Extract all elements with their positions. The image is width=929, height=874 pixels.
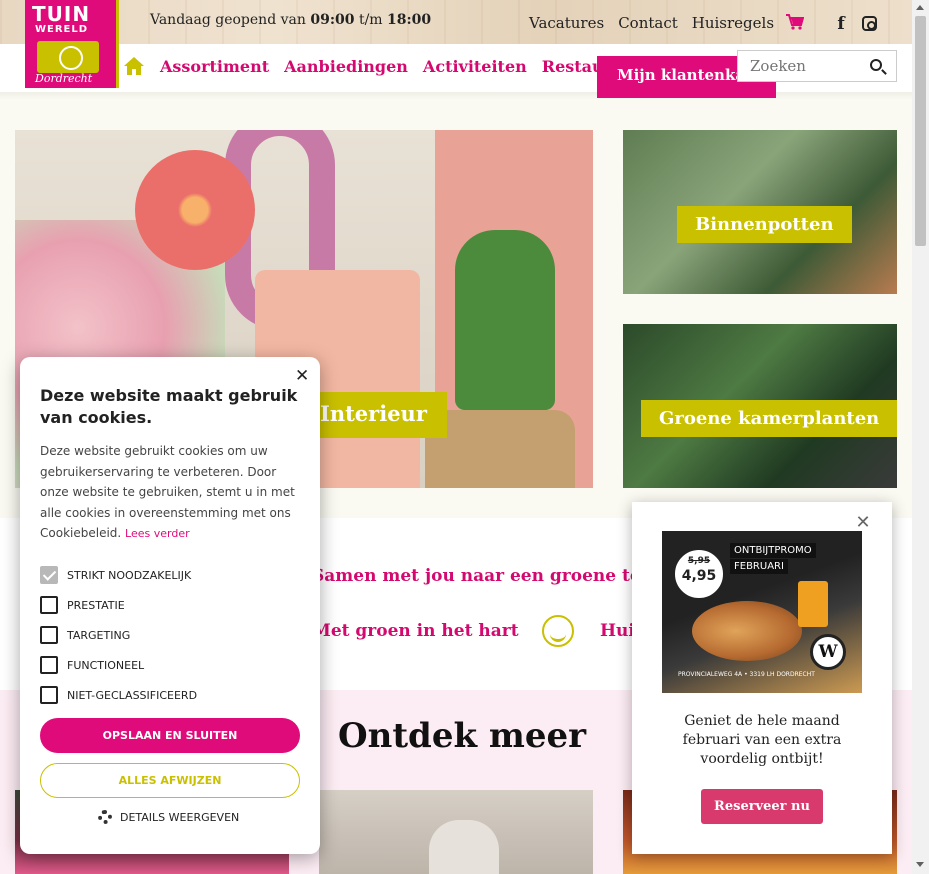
promo-address: PROVINCIALEWEG 4A • 3319 LH DORDRECHT bbox=[678, 671, 815, 678]
cookie-option-targeting: TARGETING bbox=[40, 620, 197, 650]
nav-items: Assortiment Aanbiedingen Activiteiten Re… bbox=[160, 57, 641, 76]
checkbox-strict[interactable] bbox=[40, 566, 58, 584]
nav-item-assortiment[interactable]: Assortiment bbox=[160, 57, 269, 76]
nav-item-aanbiedingen[interactable]: Aanbiedingen bbox=[284, 57, 408, 76]
scroll-up-arrow-icon[interactable] bbox=[916, 5, 924, 10]
price-old: 5,95 bbox=[687, 556, 711, 566]
promo-food bbox=[692, 601, 802, 661]
promo-juice bbox=[798, 581, 828, 627]
gear-icon bbox=[98, 810, 112, 824]
page: Vandaag geopend van 09:00 t/m 18:00 Vaca… bbox=[0, 0, 929, 874]
search-icon[interactable] bbox=[870, 59, 882, 71]
promo-popup: ✕ 5,95 4,95 ONTBIJTPROMO FEBRUARI W PROV… bbox=[632, 502, 892, 854]
usp-groen-hart: Met groen in het hart bbox=[312, 621, 519, 641]
cookie-description-text: Deze website gebruikt cookies om uw gebr… bbox=[40, 444, 295, 540]
promo-image: 5,95 4,95 ONTBIJTPROMO FEBRUARI W PROVIN… bbox=[662, 531, 862, 693]
cookie-title: Deze website maakt gebruik van cookies. bbox=[40, 386, 298, 427]
option-label: NIET-GECLASSIFICEERD bbox=[67, 688, 198, 702]
checkbox-functional[interactable] bbox=[40, 656, 58, 674]
opening-prefix: Vandaag geopend van bbox=[150, 12, 306, 28]
logo-line1: TUIN bbox=[32, 2, 91, 26]
hero-cactus bbox=[455, 230, 555, 410]
cart-icon[interactable] bbox=[786, 14, 804, 30]
promo-tag-ontbijtpromo: ONTBIJTPROMO bbox=[730, 543, 816, 558]
tile-label[interactable]: Groene kamerplanten bbox=[641, 400, 897, 437]
option-label: STRIKT NOODZAKELIJK bbox=[67, 568, 192, 582]
read-more-link[interactable]: Lees verder bbox=[125, 527, 190, 540]
promo-text: Geniet de hele maand februari van een ex… bbox=[682, 713, 842, 767]
details-label: DETAILS WEERGEVEN bbox=[120, 810, 240, 824]
facebook-icon[interactable]: f bbox=[834, 14, 848, 34]
smiley-icon bbox=[542, 615, 574, 647]
wood-texture bbox=[0, 0, 912, 44]
logo-flower-icon bbox=[37, 41, 99, 73]
cookie-option-strict: STRIKT NOODZAKELIJK bbox=[40, 560, 197, 590]
tile-label[interactable]: Binnenpotten bbox=[677, 206, 852, 243]
price-new: 4,95 bbox=[681, 568, 717, 584]
logo-line2: WERELD bbox=[35, 24, 89, 35]
cookie-option-functional: FUNCTIONEEL bbox=[40, 650, 197, 680]
discover-heading: Ontdek meer bbox=[338, 716, 586, 756]
promo-tag-februari: FEBRUARI bbox=[730, 559, 788, 574]
open-to: 18:00 bbox=[387, 12, 432, 28]
scrollbar[interactable] bbox=[912, 0, 929, 874]
reserve-button[interactable]: Reserveer nu bbox=[701, 789, 823, 824]
link-vacatures[interactable]: Vacatures bbox=[529, 14, 604, 32]
checkbox-performance[interactable] bbox=[40, 596, 58, 614]
hero-basket bbox=[425, 410, 575, 488]
cookie-option-performance: PRESTATIE bbox=[40, 590, 197, 620]
cookie-dialog: ✕ Deze website maakt gebruik van cookies… bbox=[20, 357, 320, 854]
search-box bbox=[737, 50, 897, 82]
logo[interactable]: TUIN WERELD Dordrecht bbox=[25, 0, 119, 88]
nav-item-activiteiten[interactable]: Activiteiten bbox=[423, 57, 527, 76]
checkbox-unclassified[interactable] bbox=[40, 686, 58, 704]
price-badge: 5,95 4,95 bbox=[672, 547, 726, 601]
cookie-option-unclassified: NIET-GECLASSIFICEERD bbox=[40, 680, 197, 710]
open-sep: t/m bbox=[358, 12, 383, 28]
top-links: Vacatures Contact Huisregels bbox=[529, 14, 774, 32]
option-label: TARGETING bbox=[67, 628, 131, 642]
link-contact[interactable]: Contact bbox=[618, 14, 678, 32]
promo-logo-w: W bbox=[810, 634, 846, 670]
link-huisregels[interactable]: Huisregels bbox=[692, 14, 774, 32]
tile-binnenpotten[interactable]: Binnenpotten bbox=[623, 130, 897, 294]
tile-groene-kamerplanten[interactable]: Groene kamerplanten bbox=[623, 324, 897, 488]
checkbox-targeting[interactable] bbox=[40, 626, 58, 644]
option-label: PRESTATIE bbox=[67, 598, 125, 612]
instagram-icon[interactable] bbox=[862, 16, 877, 31]
top-bar: Vandaag geopend van 09:00 t/m 18:00 Vaca… bbox=[0, 0, 912, 44]
cookie-description: Deze website gebruikt cookies om uw gebr… bbox=[40, 441, 302, 545]
close-icon[interactable]: ✕ bbox=[295, 366, 309, 386]
home-icon[interactable] bbox=[123, 55, 145, 77]
search-input[interactable] bbox=[738, 51, 866, 81]
opening-hours: Vandaag geopend van 09:00 t/m 18:00 bbox=[150, 12, 431, 28]
open-from: 09:00 bbox=[310, 12, 355, 28]
discover-card-dog[interactable] bbox=[319, 790, 593, 874]
hero-gerbera bbox=[135, 150, 255, 270]
scrollbar-thumb[interactable] bbox=[915, 16, 926, 246]
show-details-button[interactable]: DETAILS WEERGEVEN bbox=[98, 810, 239, 824]
scroll-down-arrow-icon[interactable] bbox=[916, 862, 924, 867]
cookie-options: STRIKT NOODZAKELIJK PRESTATIE TARGETING … bbox=[40, 560, 197, 710]
save-and-close-button[interactable]: OPSLAAN EN SLUITEN bbox=[40, 718, 300, 753]
reject-all-button[interactable]: ALLES AFWIJZEN bbox=[40, 763, 300, 798]
logo-line3: Dordrecht bbox=[35, 72, 93, 85]
hero-main-label[interactable]: Interieur bbox=[300, 392, 447, 438]
option-label: FUNCTIONEEL bbox=[67, 658, 145, 672]
